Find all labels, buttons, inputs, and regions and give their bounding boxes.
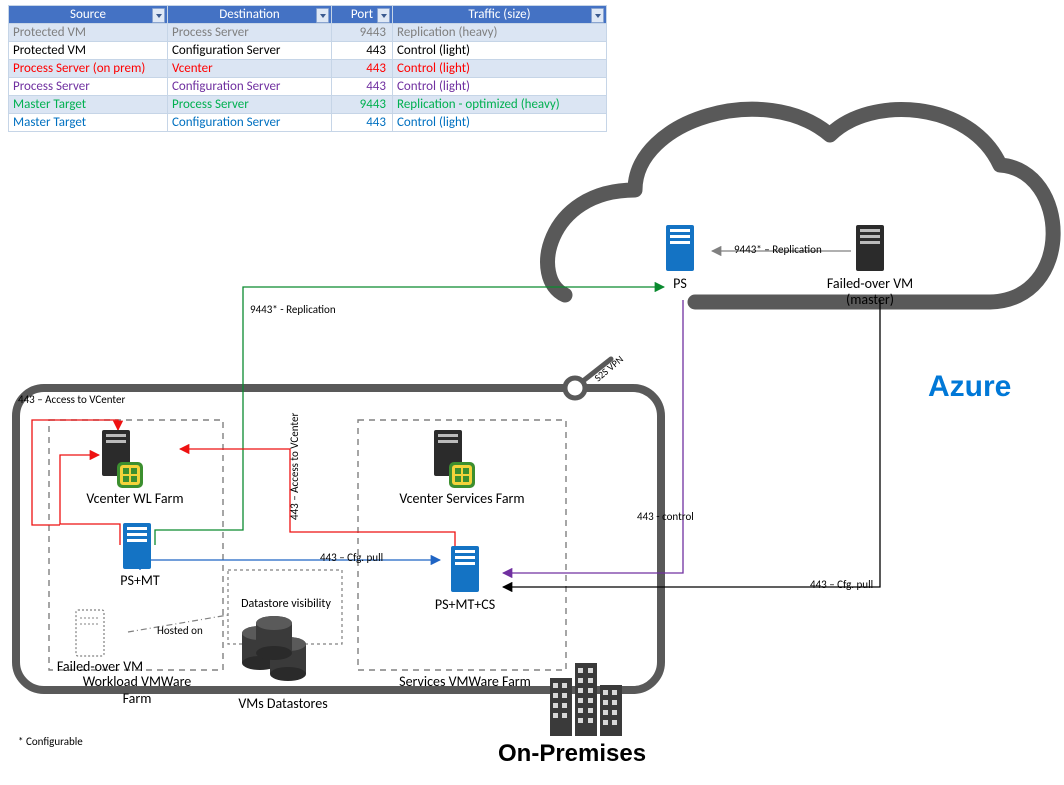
table-row: Process Server (on prem)Vcenter443Contro… [9, 60, 607, 78]
server-outline-icon [76, 610, 104, 656]
psmtcs-label: PS+MT+CS [420, 596, 510, 613]
cell-dest: Configuration Server [168, 78, 332, 96]
cell-dest: Configuration Server [168, 114, 332, 132]
server-icon [123, 523, 151, 569]
datastores-label: VMs Datastores [218, 695, 348, 712]
cell-traffic: Control (light) [393, 60, 607, 78]
conn-failedvm-psmtcs [503, 300, 880, 587]
vcenter-wl-label: Vcenter WL Farm [70, 490, 200, 507]
workload-farm-label1: Workload VMWare [52, 673, 222, 690]
hosted-on-label: Hosted on [157, 624, 203, 637]
lbl-443-control: 443 - control [637, 510, 694, 523]
cell-port: 9443 [332, 96, 393, 114]
dropdown-icon[interactable] [316, 8, 329, 23]
table-row: Protected VMConfiguration Server443Contr… [9, 42, 607, 60]
cell-traffic: Replication (heavy) [393, 24, 607, 42]
vcenter-svc-label: Vcenter Services Farm [372, 490, 552, 507]
dropdown-icon[interactable] [152, 8, 165, 23]
th-dest: Destination [219, 7, 280, 22]
cell-source: Master Target [9, 114, 168, 132]
conn-azureps-psmtcs [503, 300, 683, 573]
lbl-9443-repl2: 9443* – Replication [734, 243, 822, 256]
lbl-443-vcenter: 443 – Access to VCenter [18, 393, 125, 406]
cell-source: Protected VM [9, 24, 168, 42]
th-source: Source [70, 7, 106, 22]
th-port: Port [351, 7, 373, 22]
workload-farm-label2: Farm [52, 690, 222, 707]
cell-port: 443 [332, 114, 393, 132]
cell-traffic: Control (light) [393, 114, 607, 132]
lbl-443-cfgpull-a: 443 – Cfg. pull [320, 551, 383, 564]
cell-port: 9443 [332, 24, 393, 42]
vcenter-access-vert-label: 443 – Access to VCenter [288, 413, 301, 520]
table-row: Process ServerConfiguration Server443Con… [9, 78, 607, 96]
datastore-vis-label: Datastore visibility [226, 597, 346, 611]
table-row: Master TargetConfiguration Server443Cont… [9, 114, 607, 132]
vmware-icon [449, 462, 475, 488]
buildings-icon [550, 663, 622, 736]
th-traffic: Traffic (size) [468, 7, 530, 22]
cell-dest: Process Server [168, 96, 332, 114]
datastore-icon [256, 616, 292, 660]
services-farm-label: Services VMWare Farm [370, 673, 560, 690]
traffic-table: Source Destination Port Traffic (size) P… [8, 5, 607, 132]
cell-traffic: Control (light) [393, 78, 607, 96]
azure-ps-label: PS [666, 275, 694, 292]
cell-source: Process Server [9, 78, 168, 96]
cell-dest: Configuration Server [168, 42, 332, 60]
cell-port: 443 [332, 42, 393, 60]
onprem-title: On-Premises [498, 740, 646, 768]
azure-title: Azure [928, 370, 1011, 404]
cell-source: Protected VM [9, 42, 168, 60]
table-row: Master TargetProcess Server9443Replicati… [9, 96, 607, 114]
server-icon [856, 225, 884, 271]
cell-traffic: Replication - optimized (heavy) [393, 96, 607, 114]
lbl-9443-repl: 9443* - Replication [250, 303, 336, 316]
dropdown-icon[interactable] [377, 8, 390, 23]
table-row: Protected VMProcess Server9443Replicatio… [9, 24, 607, 42]
cell-traffic: Control (light) [393, 42, 607, 60]
cell-port: 443 [332, 78, 393, 96]
cell-dest: Process Server [168, 24, 332, 42]
server-icon [451, 546, 479, 592]
dropdown-icon[interactable] [591, 8, 604, 23]
vmware-icon [117, 462, 143, 488]
lbl-443-cfgpull-b: 443 – Cfg. pull [810, 578, 873, 591]
cell-source: Master Target [9, 96, 168, 114]
footnote: * Configurable [18, 735, 83, 748]
conn-psmt-psmtcs [140, 560, 440, 570]
cell-source: Process Server (on prem) [9, 60, 168, 78]
azure-failedvm-label: Failed-over VM [816, 275, 924, 292]
azure-failedvm-label2: (master) [816, 291, 924, 308]
azure-cloud [548, 109, 1054, 302]
server-icon [666, 225, 694, 271]
psmt-label: PS+MT [110, 572, 170, 589]
cell-dest: Vcenter [168, 60, 332, 78]
cell-port: 443 [332, 60, 393, 78]
